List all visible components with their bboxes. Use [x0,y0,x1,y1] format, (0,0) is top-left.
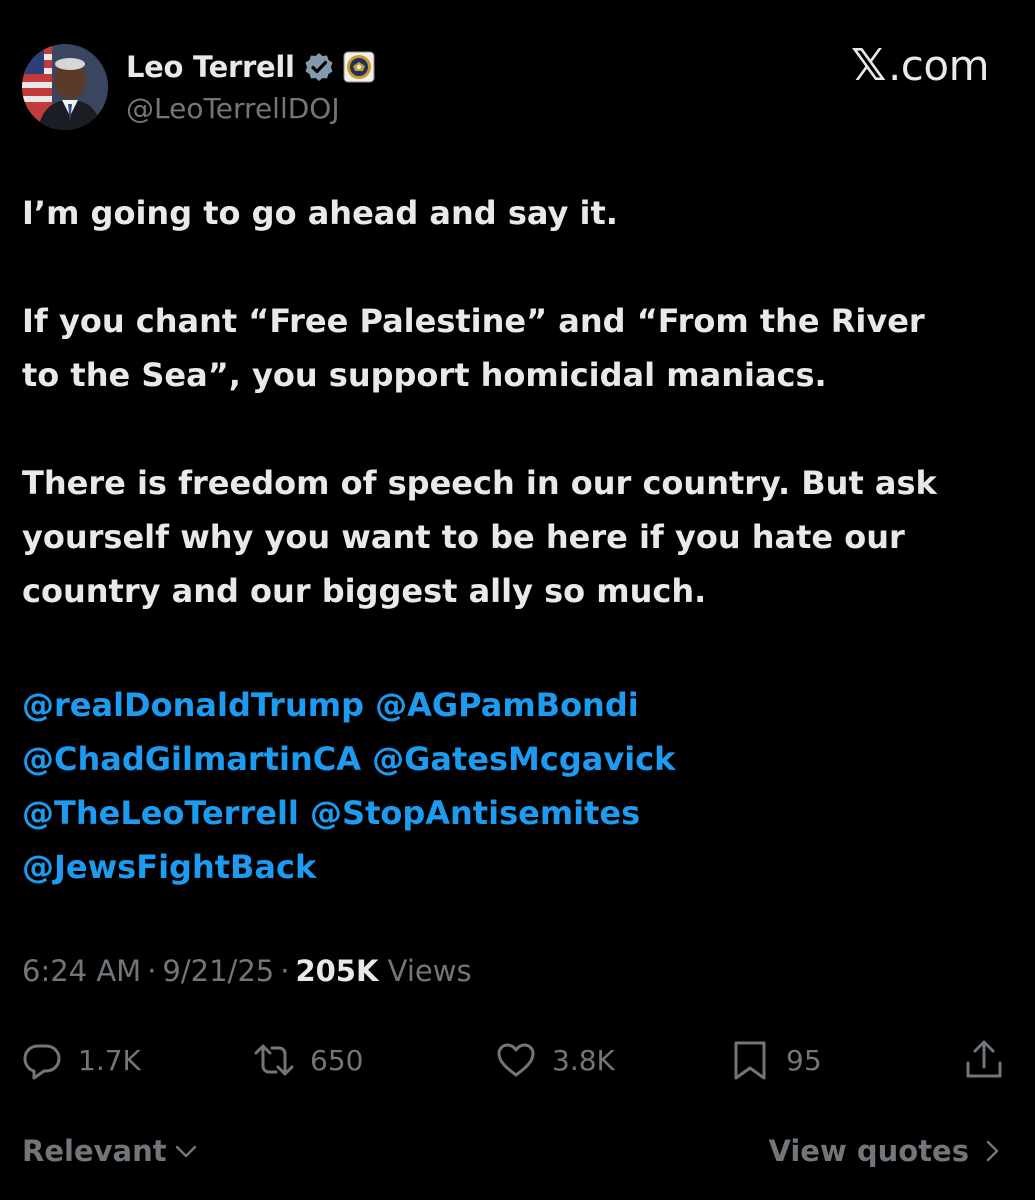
chevron-right-icon [986,1140,999,1162]
doj-seal-icon[interactable] [343,51,375,83]
repost-icon [254,1044,294,1076]
sort-replies-dropdown[interactable]: Relevant [22,1134,199,1168]
tweet-paragraph: I’m going to go ahead and say it. [22,194,618,232]
reply-button[interactable]: 1.7K [20,1030,141,1090]
tweet-mentions: @realDonaldTrump @AGPamBondi @ChadGilmar… [22,678,1012,894]
bookmark-count: 95 [786,1043,822,1077]
views-label: Views [387,954,472,988]
author-handle[interactable]: @LeoTerrellDOJ [126,92,340,125]
tweet-date[interactable]: 9/21/25 [162,954,274,988]
x-logo: 𝕏 .com [850,40,990,91]
bookmark-button[interactable]: 95 [728,1030,822,1090]
mention-line: @TheLeoTerrell @StopAntisemites [22,786,1012,840]
repost-button[interactable]: 650 [252,1030,363,1090]
author-display-name[interactable]: Leo Terrell [126,50,295,84]
tweet-meta: 6:24 AM · 9/21/25 · 205K Views [22,954,472,988]
tweet-text: I’m going to go ahead and say it. If you… [22,186,1012,672]
action-bar: 1.7K 650 3.8K 95 [0,1030,1035,1090]
share-icon [966,1040,1002,1078]
views-count: 205K [295,954,379,988]
mention-link[interactable]: @ChadGilmartinCA [22,740,361,778]
verified-badge-icon[interactable] [303,51,335,83]
x-logo-suffix: .com [887,41,990,90]
tweet-time[interactable]: 6:24 AM [22,954,141,988]
view-quotes-label: View quotes [768,1134,969,1168]
sort-label: Relevant [22,1134,167,1168]
mention-link[interactable]: @StopAntisemites [310,794,640,832]
mention-link[interactable]: @TheLeoTerrell [22,794,299,832]
like-count: 3.8K [552,1043,615,1077]
like-button[interactable]: 3.8K [494,1030,615,1090]
x-logo-mark: 𝕏 [850,40,886,91]
bookmark-icon [734,1041,766,1080]
mention-link[interactable]: @JewsFightBack [22,848,316,886]
mention-link[interactable]: @GatesMcgavick [372,740,675,778]
meta-separator: · [147,954,157,988]
mention-line: @JewsFightBack [22,840,1012,894]
chevron-down-icon [175,1145,196,1158]
tweet-paragraph: There is freedom of speech in our countr… [22,464,937,610]
mention-link[interactable]: @realDonaldTrump [22,686,364,724]
reply-icon [23,1044,61,1080]
avatar[interactable] [22,44,108,130]
view-quotes-link[interactable]: View quotes [768,1134,1005,1168]
heart-icon [497,1043,535,1077]
mention-line: @realDonaldTrump @AGPamBondi [22,678,1012,732]
tweet-paragraph: If you chant “Free Palestine” and “From … [22,302,925,394]
mention-link[interactable]: @AGPamBondi [375,686,639,724]
tweet-screenshot: Leo Terrell @LeoTerrellDOJ 𝕏 .com I’m go… [0,0,1035,1200]
share-button[interactable] [962,1030,1006,1090]
avatar-image [22,44,108,130]
repost-count: 650 [310,1043,364,1077]
author-name-row: Leo Terrell [126,46,375,88]
reply-count: 1.7K [78,1043,141,1077]
meta-separator: · [280,954,290,988]
mention-line: @ChadGilmartinCA @GatesMcgavick [22,732,1012,786]
